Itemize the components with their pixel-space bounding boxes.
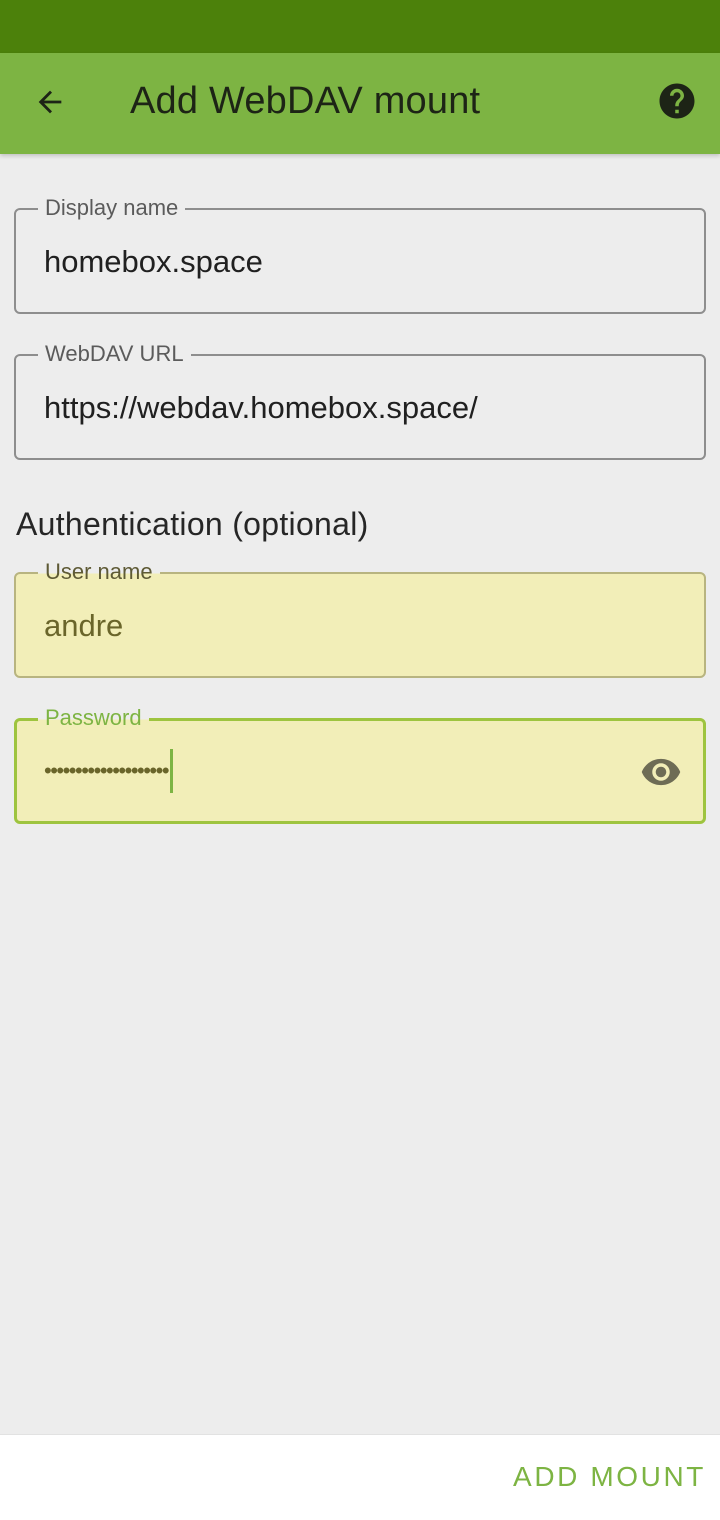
password-label: Password xyxy=(38,704,149,732)
arrow-back-icon xyxy=(33,85,67,124)
display-name-input[interactable]: homebox.space xyxy=(44,242,263,282)
status-bar xyxy=(0,0,720,53)
eye-icon xyxy=(640,751,682,798)
authentication-section-title: Authentication (optional) xyxy=(16,506,369,542)
password-input[interactable]: •••••••••••••••••••• xyxy=(44,748,174,794)
user-name-input[interactable]: andre xyxy=(44,606,123,646)
password-masked-value: •••••••••••••••••••• xyxy=(44,758,170,783)
display-name-field[interactable]: Display name homebox.space xyxy=(14,194,706,314)
toggle-password-visibility-button[interactable] xyxy=(637,750,685,798)
display-name-label: Display name xyxy=(38,194,186,222)
webdav-url-label: WebDAV URL xyxy=(38,340,191,368)
app-bar: Add WebDAV mount xyxy=(0,53,720,154)
add-mount-button[interactable]: ADD MOUNT xyxy=(513,1461,706,1493)
page-title: Add WebDAV mount xyxy=(130,80,481,122)
back-button[interactable] xyxy=(22,76,78,132)
password-field[interactable]: Password •••••••••••••••••••• xyxy=(14,704,706,824)
bottom-action-bar: ADD MOUNT xyxy=(0,1434,720,1520)
user-name-field[interactable]: User name andre xyxy=(14,558,706,678)
help-circle-icon xyxy=(656,80,698,127)
webdav-url-field[interactable]: WebDAV URL https://webdav.homebox.space/ xyxy=(14,340,706,460)
help-button[interactable] xyxy=(652,78,702,128)
user-name-label: User name xyxy=(38,558,160,586)
webdav-url-input[interactable]: https://webdav.homebox.space/ xyxy=(44,388,478,428)
text-caret xyxy=(170,749,174,793)
